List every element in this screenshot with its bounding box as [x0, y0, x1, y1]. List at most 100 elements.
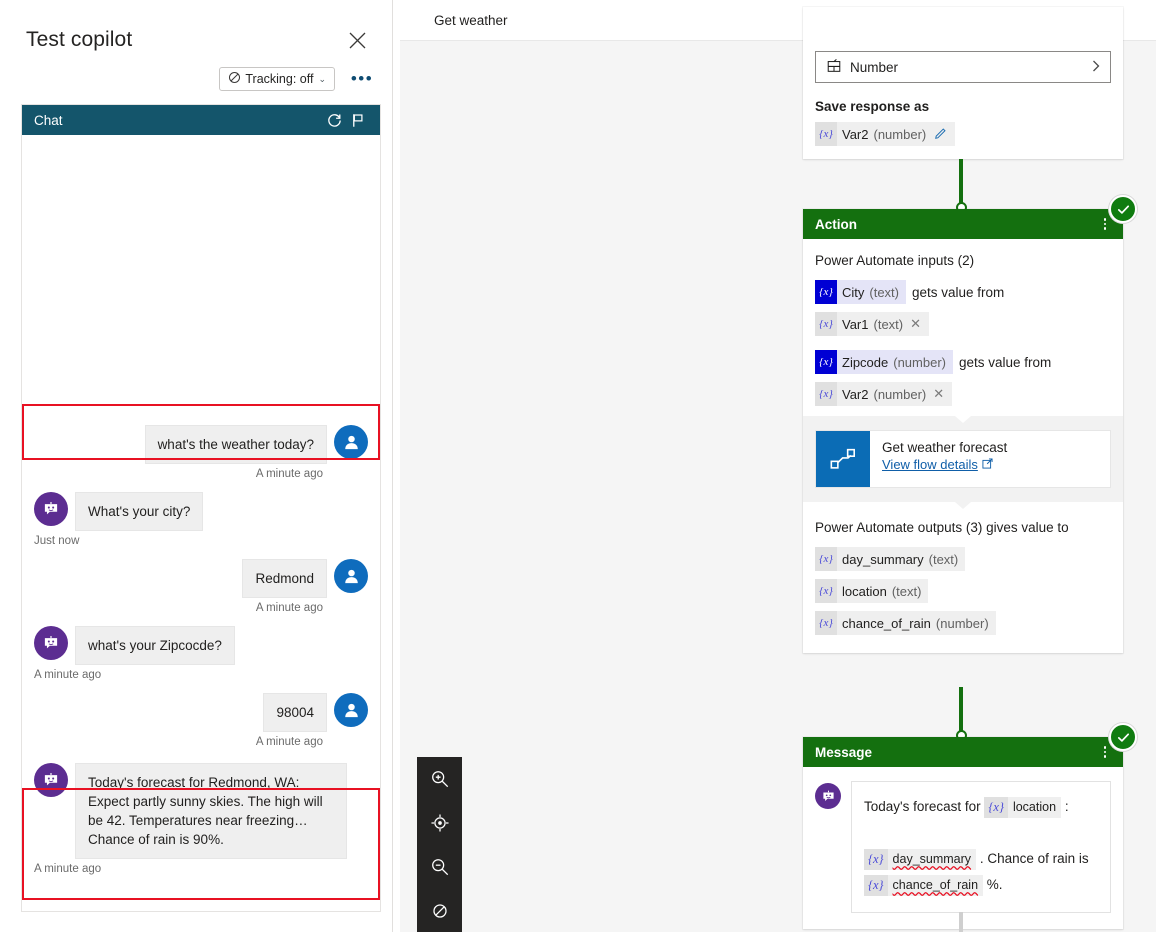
chat-bubble: what's your Zipcocde?: [75, 626, 235, 665]
variable-type: (text): [873, 316, 904, 332]
variable-name: location: [1007, 796, 1062, 818]
zoom-in-icon[interactable]: [417, 757, 462, 801]
close-icon[interactable]: ✕: [933, 382, 953, 406]
variable-chip[interactable]: {x} Var2 (number): [815, 122, 956, 146]
variable-name: chance_of_rain: [887, 874, 984, 896]
variable-badge-icon: {x}: [815, 579, 837, 603]
outputs-label: Power Automate outputs (3) gives value t…: [815, 520, 1069, 535]
test-panel-header: Test copilot: [0, 0, 392, 62]
authoring-canvas: Get weather Number Save response as {x} …: [400, 0, 1156, 932]
chat-timestamp: A minute ago: [255, 736, 323, 748]
message-node-header: Message: [803, 737, 1123, 767]
variable-type: (number): [935, 615, 989, 631]
topic-title: Get weather: [434, 13, 508, 28]
message-node[interactable]: Message Today's forecast for {x} locatio…: [803, 723, 1137, 929]
chat-bubble: What's your city?: [75, 492, 204, 531]
variable-badge-icon: {x}: [864, 848, 888, 870]
open-in-new-icon: [982, 457, 993, 472]
action-output-row: {x} day_summary (text): [815, 547, 1111, 571]
variable-badge-icon: {x}: [815, 122, 837, 146]
bot-icon: [815, 783, 841, 809]
view-flow-details-label: View flow details: [882, 457, 978, 472]
variable-name: chance_of_rain: [842, 615, 931, 631]
gets-value-from-label: gets value from: [959, 354, 1052, 370]
variable-name: Var2: [842, 126, 869, 142]
canvas-scroll-region[interactable]: Number Save response as {x} Var2 (number…: [400, 7, 1156, 932]
chat-message-user: Redmond: [22, 559, 380, 598]
chevron-down-icon: ⌄: [318, 73, 326, 84]
action-output-row: {x} location (text): [815, 579, 1111, 603]
variable-type: (text): [928, 551, 959, 567]
more-options-button[interactable]: •••: [349, 66, 375, 92]
action-node-header: Action: [803, 209, 1123, 239]
input-param-chip[interactable]: {x} City (text): [815, 280, 907, 304]
input-value-chip[interactable]: {x} Var2 (number) ✕: [815, 382, 953, 406]
token-day-summary[interactable]: {x} day_summary: [864, 848, 977, 870]
chat-message-list[interactable]: what's the weather today? A minute ago W…: [22, 135, 380, 911]
message-node-title: Message: [815, 744, 873, 760]
message-text-editor[interactable]: Today's forecast for {x} location : {x} …: [851, 781, 1111, 913]
chat-message-bot: what's your Zipcocde?: [22, 626, 380, 665]
close-icon[interactable]: [344, 27, 370, 53]
reset-zoom-icon[interactable]: [417, 889, 462, 932]
action-input-row: {x} Zipcode (number) gets value from: [815, 350, 1111, 374]
message-line1-prefix: Today's forecast for: [864, 799, 981, 814]
check-circle-icon: [1109, 195, 1137, 223]
parameter-badge-icon: {x}: [815, 280, 837, 304]
chat-message-user: 98004: [22, 693, 380, 732]
output-chip[interactable]: {x} location (text): [815, 579, 929, 603]
notch-top: [955, 416, 971, 423]
avatar: [334, 693, 368, 727]
variable-type: (number): [873, 386, 927, 402]
check-circle-icon: [1109, 723, 1137, 751]
input-param-chip[interactable]: {x} Zipcode (number): [815, 350, 953, 374]
identify-field-value: Number: [850, 59, 899, 75]
output-chip[interactable]: {x} chance_of_rain (number): [815, 611, 996, 635]
page-title: Test copilot: [26, 28, 133, 51]
avatar: [334, 559, 368, 593]
parameter-type: (text): [869, 284, 900, 300]
zoom-out-icon[interactable]: [417, 845, 462, 889]
chat-bubble: Redmond: [242, 559, 327, 598]
tracking-off-icon: [228, 71, 241, 87]
output-chip[interactable]: {x} day_summary (text): [815, 547, 966, 571]
action-input-row: {x} City (text) gets value from: [815, 280, 1111, 304]
token-chance-of-rain[interactable]: {x} chance_of_rain: [864, 874, 984, 896]
chevron-right-icon[interactable]: [1090, 59, 1102, 76]
chat-timestamp: A minute ago: [34, 863, 102, 875]
save-response-variable[interactable]: {x} Var2 (number): [815, 122, 956, 146]
close-icon[interactable]: ✕: [910, 312, 930, 336]
pencil-icon[interactable]: [934, 126, 948, 143]
input-value-chip[interactable]: {x} Var1 (text) ✕: [815, 312, 930, 336]
tracking-toggle-button[interactable]: Tracking: off ⌄: [219, 67, 335, 91]
chat-bubble: what's the weather today?: [144, 425, 327, 464]
avatar: [34, 492, 68, 526]
action-output-row: {x} chance_of_rain (number): [815, 611, 1111, 635]
token-location[interactable]: {x} location: [984, 796, 1062, 818]
variable-name: Var2: [842, 386, 869, 402]
fit-to-screen-icon[interactable]: [417, 801, 462, 845]
action-node[interactable]: Action Power Automate inputs (2) {x} Cit…: [803, 195, 1137, 653]
parameter-type: (number): [893, 354, 946, 370]
variable-badge-icon: {x}: [815, 382, 837, 406]
variable-badge-icon: {x}: [984, 796, 1008, 818]
notch-bottom: [955, 502, 971, 509]
variable-badge-icon: {x}: [815, 547, 837, 571]
view-flow-details-link[interactable]: View flow details: [882, 457, 993, 472]
action-node-title: Action: [815, 216, 857, 232]
chat-timestamp: A minute ago: [34, 669, 102, 681]
test-copilot-panel: Test copilot Tracking: off ⌄ ••• Chat wh…: [0, 0, 393, 932]
parameter-badge-icon: {x}: [815, 350, 837, 374]
avatar: [334, 425, 368, 459]
variable-type: (text): [891, 583, 922, 599]
message-node-body: Today's forecast for {x} location : {x} …: [803, 767, 1123, 929]
message-line2-mid: . Chance of rain is: [979, 851, 1089, 866]
flag-icon[interactable]: [346, 108, 370, 132]
power-automate-icon: [816, 431, 870, 487]
identify-field[interactable]: Number: [815, 51, 1111, 83]
refresh-icon[interactable]: [322, 108, 346, 132]
action-input-value-row: {x} Var1 (text) ✕: [815, 312, 1111, 336]
chat-bubble: 98004: [263, 693, 327, 732]
flow-card[interactable]: Get weather forecast View flow details: [815, 430, 1111, 488]
question-node[interactable]: Number Save response as {x} Var2 (number…: [803, 7, 1123, 159]
